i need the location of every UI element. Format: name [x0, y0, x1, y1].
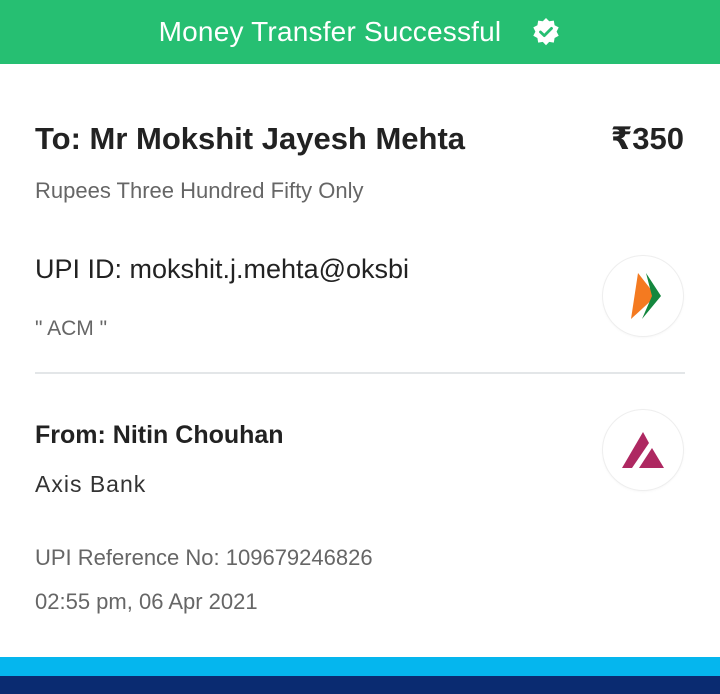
payer-bank: Axis Bank	[35, 471, 147, 497]
payer-name: From: Nitin Chouhan	[35, 421, 284, 449]
axis-bank-logo-icon	[622, 432, 664, 468]
verified-check-icon	[531, 17, 561, 47]
upi-logo	[603, 256, 683, 336]
success-banner: Money Transfer Successful	[0, 0, 720, 64]
transaction-datetime: 02:55 pm, 06 Apr 2021	[35, 589, 258, 614]
banner-title: Money Transfer Successful	[158, 16, 502, 47]
upi-logo-icon	[631, 273, 661, 319]
footer-stripe-light	[0, 657, 720, 676]
amount-in-words: Rupees Three Hundred Fifty Only	[35, 178, 364, 203]
axis-bank-logo	[603, 410, 683, 490]
payee-name: To: Mr Mokshit Jayesh Mehta	[35, 121, 466, 156]
footer-stripe-dark	[0, 676, 720, 694]
upi-id: UPI ID: mokshit.j.mehta@oksbi	[35, 254, 410, 284]
upi-reference: UPI Reference No: 109679246826	[35, 545, 373, 570]
amount: ₹350	[610, 121, 684, 156]
payment-note: " ACM "	[35, 317, 108, 340]
section-divider	[35, 372, 685, 374]
